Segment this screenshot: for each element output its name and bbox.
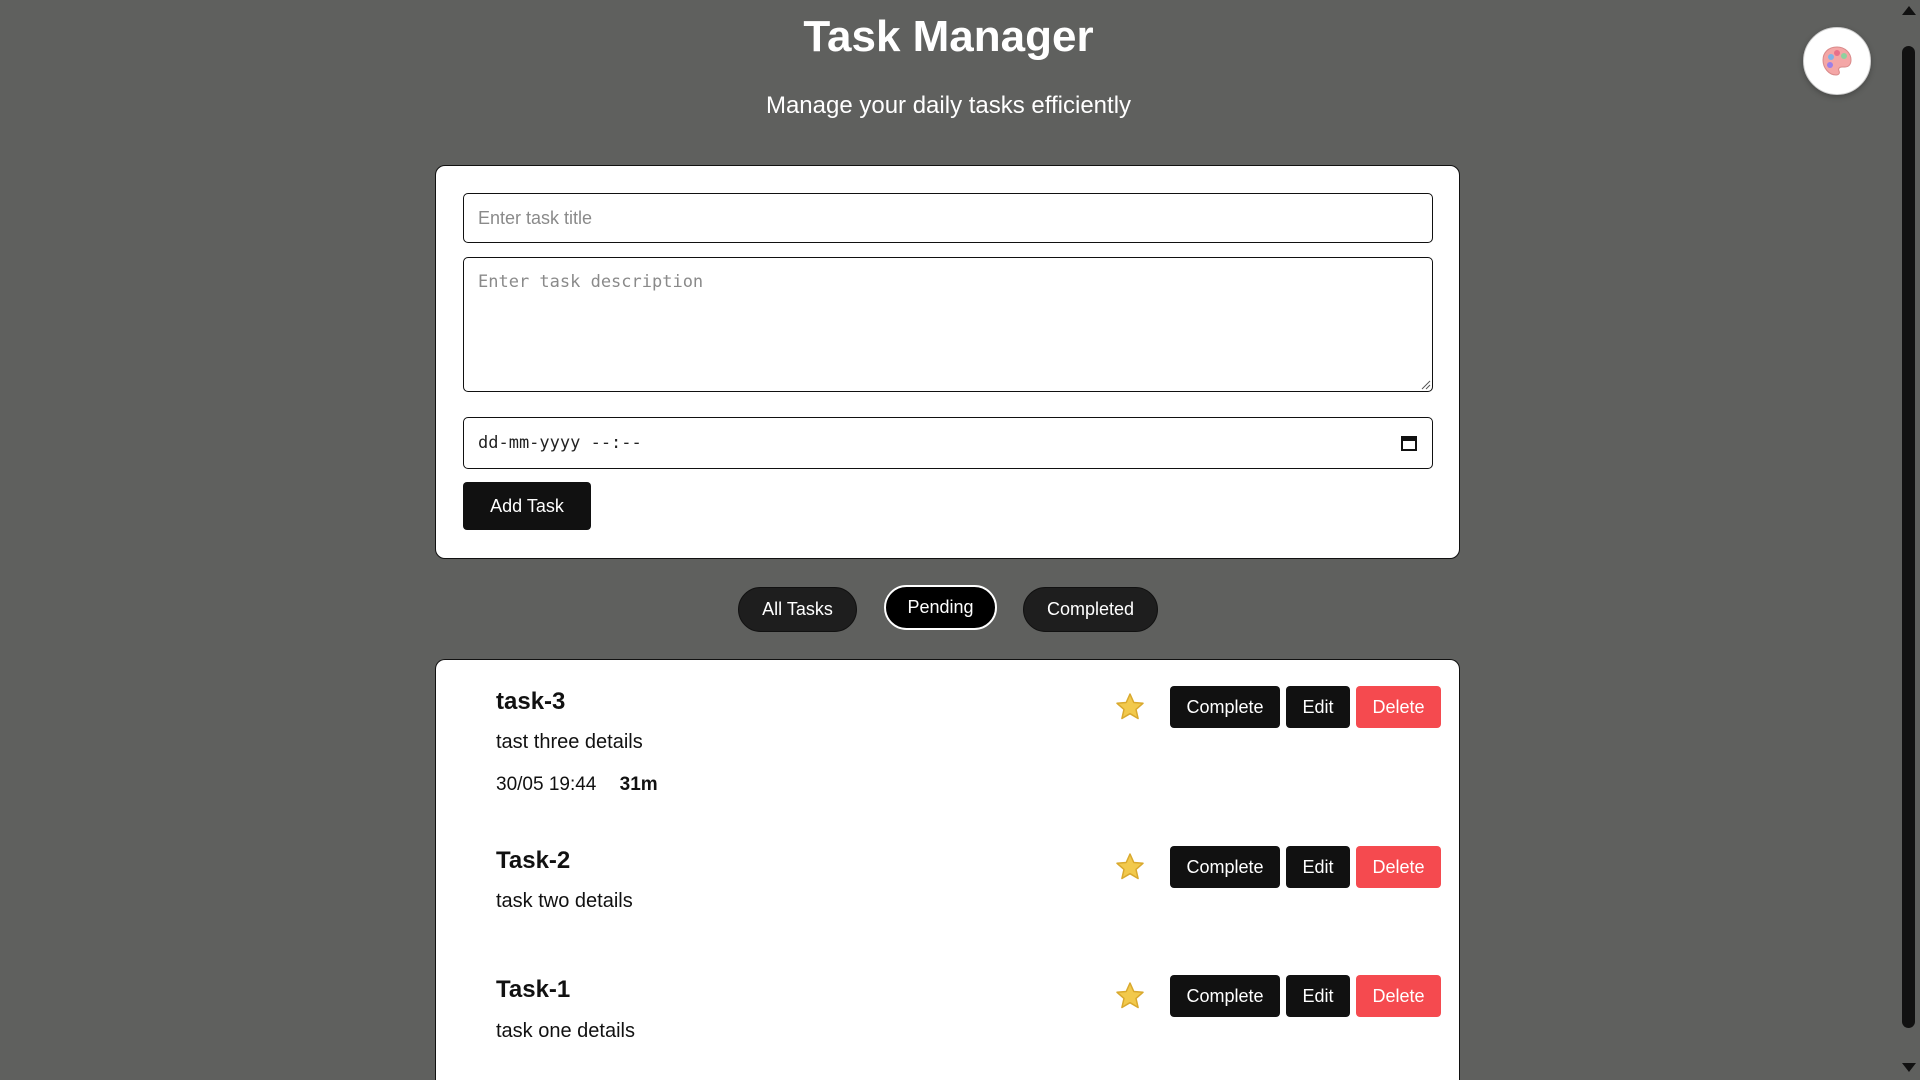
task-time-remaining: 31m [619,774,658,795]
task-description: task one details [496,1020,635,1042]
filter-all-tasks[interactable]: All Tasks [738,587,857,632]
edit-button[interactable]: Edit [1286,846,1350,888]
star-icon[interactable] [1114,691,1146,723]
filter-pending[interactable]: Pending [884,585,997,630]
task-item: Task-1 task one details Complete Edit De… [436,950,1461,1080]
resize-grip-icon[interactable] [1421,380,1431,390]
task-description: task two details [496,890,633,912]
calendar-icon[interactable] [1400,434,1418,452]
palette-icon [1822,46,1852,76]
add-task-button[interactable]: Add Task [463,482,591,530]
edit-button[interactable]: Edit [1286,686,1350,728]
page-subtitle: Manage your daily tasks efficiently [765,92,1132,119]
scroll-down-arrow-icon[interactable] [1902,1063,1916,1072]
task-due-date: 30/05 19:44 [496,774,597,795]
delete-button[interactable]: Delete [1356,846,1441,888]
complete-button[interactable]: Complete [1170,846,1280,888]
edit-button[interactable]: Edit [1286,975,1350,1017]
scrollbar-thumb[interactable] [1902,46,1915,1028]
star-icon[interactable] [1114,980,1146,1012]
task-manager-page: Task Manager Manage your daily tasks eff… [0,0,1920,1080]
task-due-info: 30/05 19:44 31m [496,774,658,796]
task-title-input[interactable] [463,193,1433,243]
datetime-placeholder: dd-mm-yyyy --:-- [478,433,642,453]
filter-completed[interactable]: Completed [1023,587,1158,632]
task-description-input[interactable] [463,257,1433,392]
task-title: task-3 [496,688,566,715]
page-title: Task Manager [803,12,1094,61]
task-item: Task-2 task two details Complete Edit De… [436,820,1461,950]
delete-button[interactable]: Delete [1356,686,1441,728]
task-item: task-3 tast three details 30/05 19:44 31… [436,660,1461,820]
complete-button[interactable]: Complete [1170,975,1280,1017]
theme-toggle-button[interactable] [1803,27,1871,95]
star-icon[interactable] [1114,851,1146,883]
task-description: tast three details [496,731,643,753]
task-title: Task-1 [496,976,571,1003]
due-datetime-input[interactable]: dd-mm-yyyy --:-- [463,417,1433,469]
scroll-up-arrow-icon[interactable] [1902,6,1916,15]
add-task-form: dd-mm-yyyy --:-- Add Task [435,165,1460,559]
task-title: Task-2 [496,847,571,874]
task-filters: All Tasks Pending Completed [0,585,1897,635]
complete-button[interactable]: Complete [1170,686,1280,728]
delete-button[interactable]: Delete [1356,975,1441,1017]
task-list: task-3 tast three details 30/05 19:44 31… [435,659,1460,1080]
